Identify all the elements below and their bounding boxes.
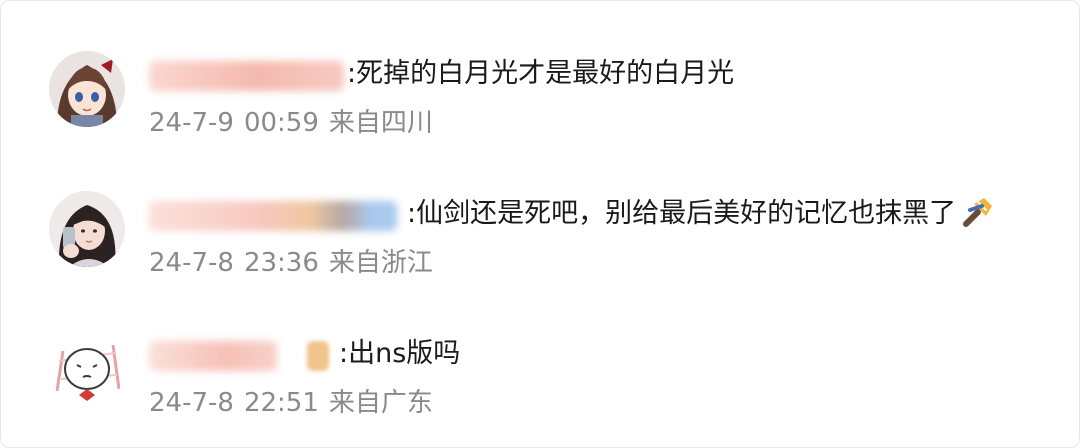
comment-meta: 24-7-9 00:59 来自四川 bbox=[149, 105, 433, 141]
comment-meta: 24-7-8 23:36 来自浙江 bbox=[149, 245, 433, 281]
comment-text: :死掉的白月光才是最好的白月光 bbox=[347, 58, 735, 89]
comment-location: 来自广东 bbox=[328, 388, 433, 418]
hammer-emoji-icon bbox=[960, 194, 994, 240]
anime-girl-avatar-icon[interactable] bbox=[49, 51, 125, 127]
comment-date: 24-7-8 bbox=[149, 248, 234, 278]
comment-location: 来自浙江 bbox=[328, 248, 433, 278]
selfie-girl-avatar-icon[interactable] bbox=[49, 191, 125, 267]
comment-time: 23:36 bbox=[243, 248, 319, 278]
nickname-redacted bbox=[149, 341, 277, 371]
comment-meta: 24-7-8 22:51 来自广东 bbox=[149, 385, 433, 421]
comment-time: 22:51 bbox=[243, 388, 319, 418]
doodle-face-avatar-icon[interactable] bbox=[49, 331, 125, 407]
badge-redacted bbox=[307, 341, 329, 371]
comment-date: 24-7-8 bbox=[149, 388, 234, 418]
nickname-redacted bbox=[149, 201, 397, 231]
comment-text: :仙剑还是死吧，别给最后美好的记忆也抹黑了 bbox=[407, 198, 957, 229]
comment-line: :仙剑还是死吧，别给最后美好的记忆也抹黑了 bbox=[407, 194, 994, 240]
comment-item: :仙剑还是死吧，别给最后美好的记忆也抹黑了 24-7-8 23:36 来自浙江 bbox=[49, 189, 1049, 279]
nickname-redacted bbox=[149, 61, 344, 91]
comment-item: :死掉的白月光才是最好的白月光 24-7-9 00:59 来自四川 bbox=[49, 49, 1049, 139]
comment-date: 24-7-9 bbox=[149, 108, 234, 138]
comment-list-panel: :死掉的白月光才是最好的白月光 24-7-9 00:59 来自四川 :仙剑还是死吧，… bbox=[0, 0, 1080, 448]
comment-item: :出ns版吗 24-7-8 22:51 来自广东 bbox=[49, 329, 1049, 419]
comment-time: 00:59 bbox=[243, 108, 319, 138]
comment-location: 来自四川 bbox=[328, 108, 433, 138]
comment-text: :出ns版吗 bbox=[339, 338, 461, 369]
